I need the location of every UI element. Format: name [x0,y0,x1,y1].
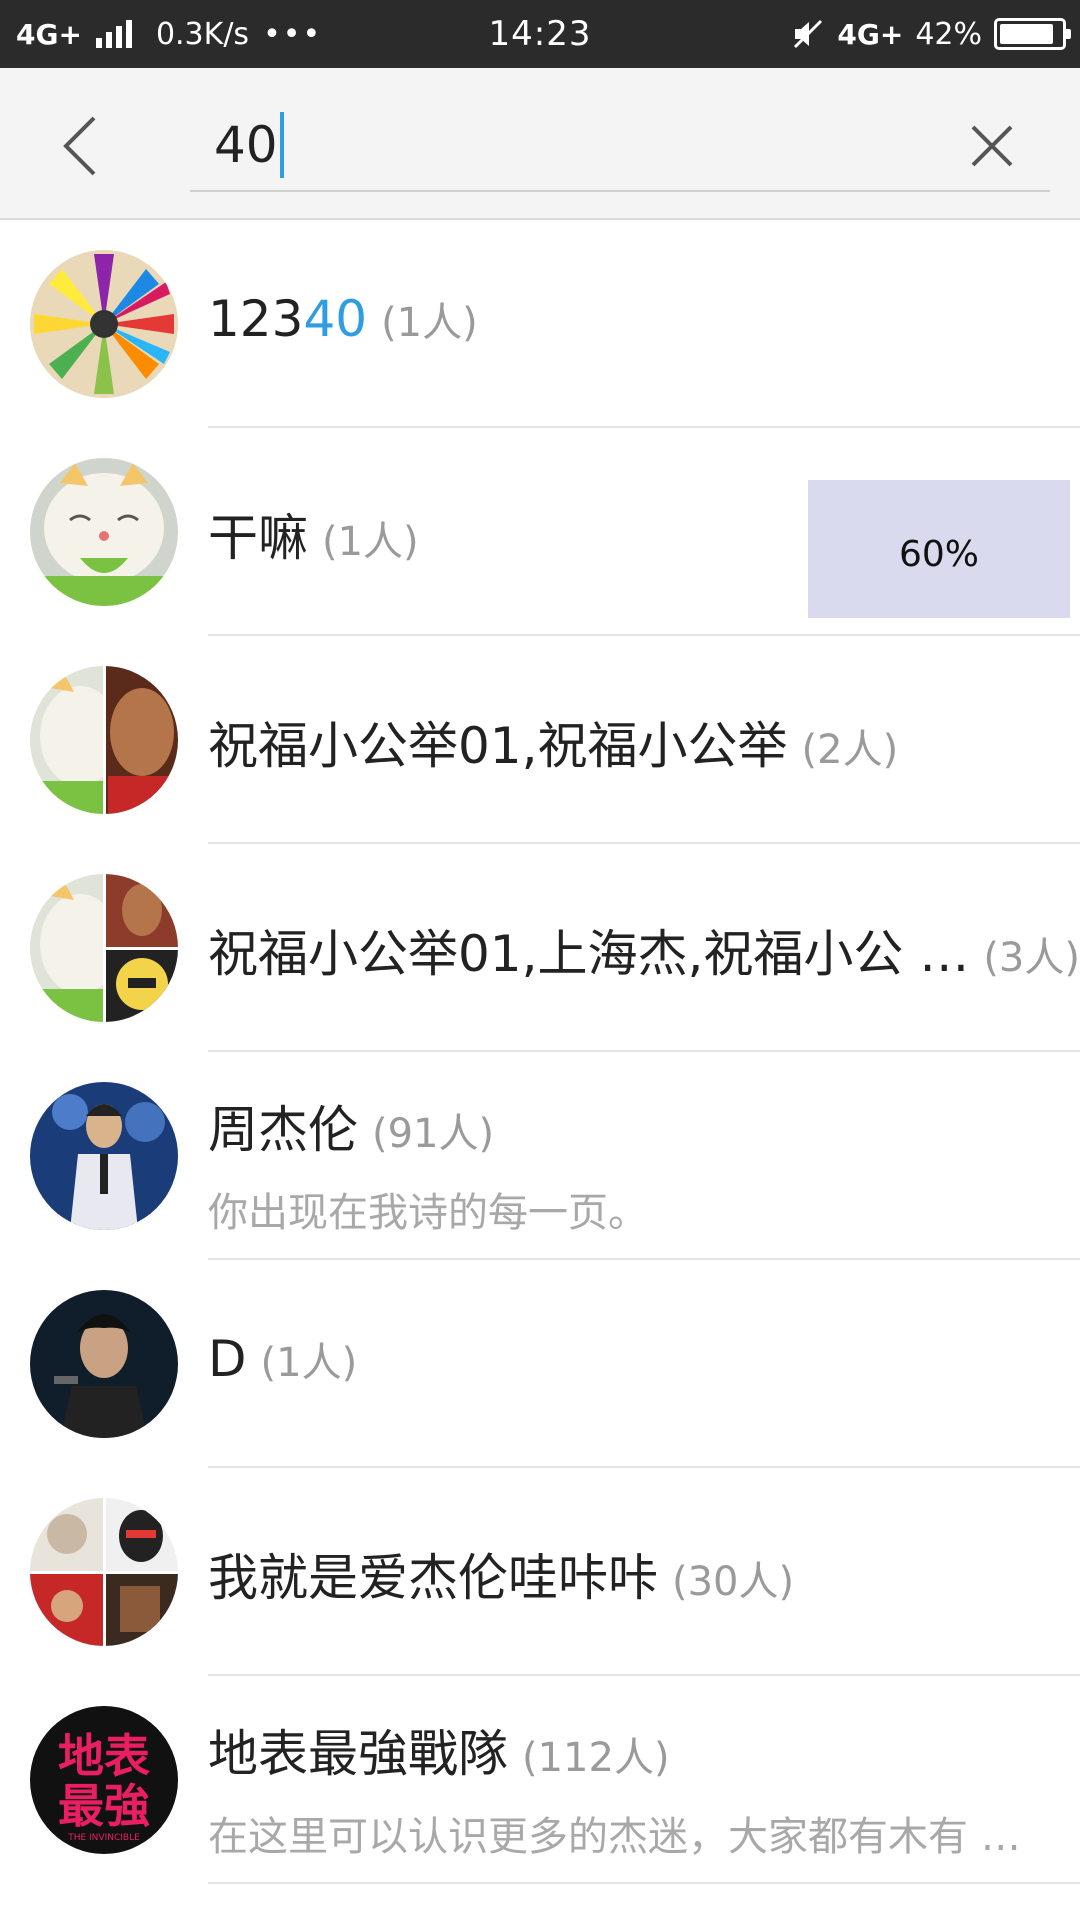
network-type-right: 4G+ [837,17,904,51]
avatar-text-line1: 地表 [58,1729,150,1783]
clear-button[interactable] [954,108,1030,184]
member-count: (1人) [322,519,419,565]
item-text: 祝福小公举01,上海杰,祝福小公 … (3人) [208,914,1080,986]
item-subtitle: 在这里可以认识更多的杰迷，大家都有木有 … [208,1814,1021,1860]
item-title: 祝福小公举01,上海杰,祝福小公 … (3人) [208,914,1080,986]
item-title: D (1人) [208,1330,1060,1388]
list-item[interactable]: 地表 最強 THE INVINCIBLE 地表最強戰隊 (112人) 在这里可以… [0,1676,1080,1884]
search-result-list: 123 40 (1人) 干嘛 (1人) 祝福小公举01,祝福小公举 (2人) 祝… [0,220,1080,1884]
title-text: 祝福小公举01,上海杰,祝福小公 … [208,925,970,983]
avatar [30,250,178,398]
member-count: (3人) [983,935,1080,981]
search-query: 40 [214,116,278,174]
search-header: 40 [0,68,1080,220]
member-count: (1人) [260,1340,358,1386]
avatar [30,1082,178,1230]
member-count: (30人) [672,1559,795,1605]
item-text: D (1人) [208,1330,1060,1388]
list-item[interactable]: D (1人) [0,1260,1080,1468]
list-item[interactable]: 祝福小公举01,上海杰,祝福小公 … (3人) [0,844,1080,1052]
item-text: 周杰伦 (91人) 你出现在我诗的每一页。 [208,1090,1060,1238]
avatar [30,458,178,606]
title-highlight: 40 [303,290,368,348]
avatar [30,666,178,814]
item-text: 祝福小公举01,祝福小公举 (2人) [208,706,1060,778]
avatar [30,874,178,1022]
item-title: 我就是爱杰伦哇咔咔 (30人) [208,1538,1060,1610]
status-bar: 4G+ 0.3K/s ••• 14:23 4G+ 42% [0,0,1080,68]
avatar-text-line3: THE INVINCIBLE [67,1833,140,1843]
text-caret [279,112,284,178]
search-field[interactable]: 40 [190,96,1050,192]
chevron-left-icon [63,116,96,176]
battery-icon [994,18,1071,50]
avatar [30,1290,178,1438]
status-right: 4G+ 42% [791,16,1071,52]
mute-icon [794,19,823,49]
title-text: 我就是爱杰伦哇咔咔 [208,1549,658,1607]
item-title: 周杰伦 (91人) [208,1090,1060,1162]
list-item[interactable]: 周杰伦 (91人) 你出现在我诗的每一页。 [0,1052,1080,1260]
divider [208,1882,1080,1884]
list-item[interactable]: 祝福小公举01,祝福小公举 (2人) [0,636,1080,844]
search-input[interactable]: 40 [214,110,284,180]
member-count: (112人) [522,1735,670,1781]
member-count: (1人) [381,300,478,346]
item-title: 祝福小公举01,祝福小公举 (2人) [208,706,1060,778]
close-icon [971,125,1013,167]
list-item[interactable]: 123 40 (1人) [0,220,1080,428]
title-text: 祝福小公举01,祝福小公举 [208,717,788,775]
item-text: 我就是爱杰伦哇咔咔 (30人) [208,1538,1060,1610]
item-title: 123 40 (1人) [208,290,1060,348]
item-text: 123 40 (1人) [208,290,1060,348]
avatar: 地表 最強 THE INVINCIBLE [30,1706,178,1854]
member-count: (2人) [801,727,899,773]
title-text: 123 [208,290,304,348]
member-count: (91人) [372,1111,495,1157]
avatar [30,1498,178,1646]
back-button[interactable] [40,106,120,186]
title-text: 地表最強戰隊 [208,1725,508,1783]
title-text: D [208,1330,247,1388]
item-title: 地表最強戰隊 (112人) [208,1714,1060,1786]
list-item[interactable]: 我就是爱杰伦哇咔咔 (30人) [0,1468,1080,1676]
battery-fill [1000,24,1053,44]
item-text: 地表最強戰隊 (112人) 在这里可以认识更多的杰迷，大家都有木有 … [208,1714,1060,1862]
avatar-text-line2: 最強 [58,1779,150,1833]
title-text: 干嘛 [208,509,308,567]
battery-percent: 42% [915,16,982,52]
title-text: 周杰伦 [208,1101,358,1159]
progress-overlay: 60% [808,480,1070,618]
item-subtitle: 你出现在我诗的每一页。 [208,1190,648,1236]
